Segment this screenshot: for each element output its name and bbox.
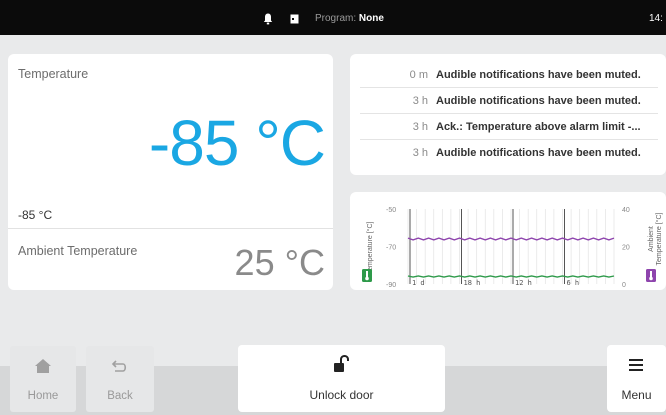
- temperature-chart-card[interactable]: 1 d 18 h 12 h 6 h -50 -70 -90 40 20 0 Temperature …: [350, 192, 666, 290]
- temperature-value: -85 °C: [148, 107, 326, 179]
- bell-icon: [263, 13, 273, 25]
- right-y-tick-label: 40: [622, 207, 630, 214]
- temperature-chart: 1 d 18 h 12 h 6 h -50 -70 -90 40 20 0 Temperature …: [362, 207, 663, 289]
- event-row[interactable]: 3 h Audible notifications have been mute…: [360, 88, 658, 114]
- left-y-tick-label: -90: [386, 282, 396, 289]
- event-row[interactable]: 0 m Audible notifications have been mute…: [360, 62, 658, 88]
- temperature-card[interactable]: Temperature -85 °C -85 °C Ambient Temper…: [8, 54, 333, 290]
- x-tick-label: 18 h: [464, 279, 481, 287]
- unlock-door-button[interactable]: Unlock door: [238, 345, 445, 412]
- program-status: Program: None: [315, 13, 384, 24]
- menu-button[interactable]: Menu: [607, 345, 666, 412]
- home-icon: [35, 359, 51, 373]
- event-message: Audible notifications have been muted.: [436, 95, 641, 107]
- program-value: None: [358, 13, 384, 24]
- ambient-temperature-value: 25 °C: [234, 242, 325, 283]
- event-time: 3 h: [412, 95, 428, 107]
- events-card[interactable]: 0 m Audible notifications have been mute…: [350, 54, 666, 175]
- hamburger-menu-icon: [629, 359, 643, 371]
- back-label: Back: [107, 390, 133, 402]
- right-axis-title: Ambient: [648, 226, 655, 252]
- home-button[interactable]: Home: [10, 346, 76, 412]
- menu-label: Menu: [621, 388, 652, 402]
- unlock-icon: [334, 355, 349, 372]
- ambient-temperature-label: Ambient Temperature: [18, 244, 138, 258]
- divider: [8, 228, 333, 229]
- right-y-tick-label: 0: [622, 282, 626, 289]
- event-message: Audible notifications have been muted.: [436, 69, 641, 81]
- clock: 14:: [649, 13, 663, 24]
- left-axis-title: Temperature [°C]: [366, 221, 374, 274]
- unlock-door-label: Unlock door: [309, 388, 374, 402]
- program-label: Program:: [315, 13, 357, 24]
- left-y-tick-label: -70: [386, 245, 396, 252]
- home-label: Home: [27, 390, 59, 402]
- setpoint-value: -85 °C: [18, 208, 53, 222]
- x-tick-label: 12 h: [515, 279, 532, 287]
- event-message: Audible notifications have been muted.: [436, 147, 641, 159]
- event-row[interactable]: 3 h Ack.: Temperature above alarm limit …: [360, 114, 658, 140]
- door-status-icon: [290, 14, 299, 24]
- right-axis-title: Temperature [°C]: [655, 212, 663, 265]
- event-time: 3 h: [412, 147, 428, 159]
- ambient-thermometer-icon-bulb: [649, 276, 653, 281]
- event-message: Ack.: Temperature above alarm limit -...: [436, 121, 641, 133]
- left-y-tick-label: -50: [386, 207, 396, 214]
- right-y-tick-label: 20: [622, 245, 630, 252]
- back-arrow-icon: [111, 360, 127, 372]
- status-bar: Program: None 14:: [0, 0, 666, 35]
- event-time: 3 h: [412, 121, 428, 133]
- x-tick-label: 6 h: [567, 279, 580, 287]
- event-time: 0 m: [409, 69, 428, 81]
- x-tick-label: 1 d: [412, 279, 425, 287]
- temperature-label: Temperature: [18, 67, 89, 81]
- thermometer-icon-bulb: [365, 276, 369, 281]
- event-row[interactable]: 3 h Audible notifications have been mute…: [360, 140, 658, 166]
- back-button[interactable]: Back: [86, 346, 154, 412]
